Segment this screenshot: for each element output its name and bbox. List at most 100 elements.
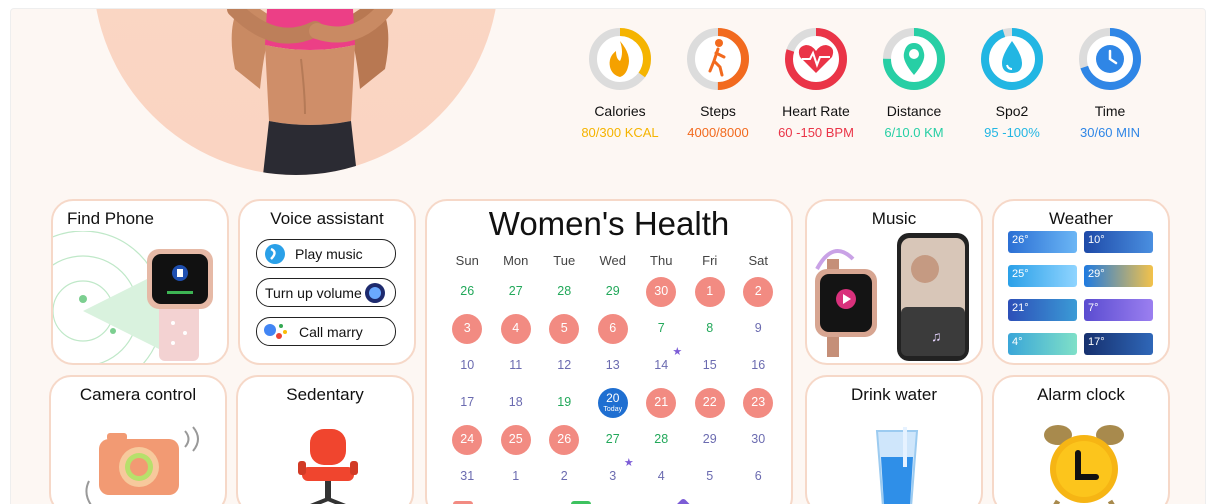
calendar-day[interactable]: 30 xyxy=(743,425,773,455)
day-number: 12 xyxy=(557,358,572,373)
metric-value: 95 -100% xyxy=(984,125,1040,140)
calendar-day[interactable]: 30 xyxy=(646,276,677,307)
calendar-day[interactable]: 6 xyxy=(743,462,773,492)
calendar-week-row: 17 18 19 20 Today 21 22 23 xyxy=(443,384,783,421)
calendar-day[interactable]: 27 xyxy=(501,277,531,307)
calendar-day[interactable]: 16 xyxy=(743,351,773,381)
calendar-day[interactable]: 22 xyxy=(694,387,725,418)
day-number: 15 xyxy=(702,358,717,373)
calendar-day[interactable]: 28 xyxy=(646,425,676,455)
music-watch-phone-image: ♪ ♫ xyxy=(815,233,969,361)
calendar-day[interactable]: 31 xyxy=(452,462,482,492)
calendar-day[interactable]: 18 xyxy=(501,388,531,418)
calendar-day[interactable]: 17 xyxy=(452,388,482,418)
calendar-day[interactable]: 13 xyxy=(598,351,628,381)
metric-steps: Steps 4000/8000 xyxy=(669,27,767,157)
calendar-day[interactable]: 1 xyxy=(501,462,531,492)
weather-tile: 10° xyxy=(1084,231,1153,253)
camera-control-card: Camera control xyxy=(49,375,227,504)
day-number: 1 xyxy=(706,284,714,299)
calendar-day[interactable]: 29 xyxy=(695,425,725,455)
day-number: 17 xyxy=(460,395,475,410)
day-number: 27 xyxy=(605,432,620,447)
water-glass-icon xyxy=(875,427,919,504)
find-phone-card: Find Phone xyxy=(51,199,229,365)
calendar-day[interactable]: 28 xyxy=(549,277,579,307)
weather-tile: 21° xyxy=(1008,299,1077,321)
weekday-label: Wed xyxy=(599,253,627,268)
calendar-day[interactable]: 15 xyxy=(695,351,725,381)
calendar-day[interactable]: 9 xyxy=(743,314,773,344)
calendar-day[interactable]: 4 xyxy=(646,462,676,492)
calendar-day[interactable]: 21 xyxy=(646,387,677,418)
calendar-day[interactable]: 7 xyxy=(646,314,676,344)
calendar-day[interactable]: 5 xyxy=(549,313,580,344)
calendar-day[interactable]: 11 xyxy=(501,351,531,381)
drink-water-title: Drink water xyxy=(851,385,937,404)
weekday-label: Fri xyxy=(702,253,718,268)
calendar-week-row: 26 27 28 29 30 1 2 xyxy=(443,273,783,310)
product-banner: Calories 80/300 KCAL Steps 4000/8000 Heart R… xyxy=(10,8,1206,504)
weather-temp: 17° xyxy=(1088,336,1105,348)
day-number: 21 xyxy=(654,395,669,410)
music-title: Music xyxy=(871,209,917,228)
calendar-day[interactable]: 27 xyxy=(598,425,628,455)
calendar-day[interactable]: 29 xyxy=(598,277,628,307)
day-number: 9 xyxy=(754,321,762,336)
day-number: 2 xyxy=(754,284,762,299)
day-number: 8 xyxy=(706,321,714,336)
calendar-day[interactable]: 3 ★ xyxy=(598,457,633,492)
weekday-label: Sun xyxy=(455,253,479,268)
calendar-day[interactable]: 8 xyxy=(695,314,725,344)
walking-icon xyxy=(687,28,749,90)
water-drop-icon xyxy=(981,28,1043,90)
day-number: 13 xyxy=(605,358,620,373)
metric-label: Time xyxy=(1094,103,1126,119)
day-number: 16 xyxy=(751,358,766,373)
camera-icon xyxy=(85,426,199,504)
metric-value: 6/10.0 KM xyxy=(884,125,944,140)
calendar-day[interactable]: 3 xyxy=(452,313,483,344)
siri-icon xyxy=(364,282,385,303)
calendar-day[interactable]: 2 xyxy=(743,276,774,307)
metric-distance: Distance 6/10.0 KM xyxy=(865,27,963,157)
calendar-day[interactable]: 4 xyxy=(500,313,531,344)
day-number: 5 xyxy=(706,469,714,484)
calendar-week-row: 3 4 5 6 7 8 9 xyxy=(443,310,783,347)
metric-value: 30/60 MIN xyxy=(1080,125,1140,140)
calendar-day[interactable]: 5 xyxy=(695,462,725,492)
day-number: 18 xyxy=(508,395,523,410)
weather-tile: 25° xyxy=(1008,265,1077,287)
weekday-label: Tue xyxy=(553,253,576,268)
voice-command-play-music: Play music xyxy=(256,239,396,268)
camera-control-title: Camera control xyxy=(79,385,197,404)
svg-text:♫: ♫ xyxy=(931,328,942,344)
calendar-title: Women's Health xyxy=(488,205,730,242)
weather-temp: 10° xyxy=(1088,234,1105,246)
calendar-day[interactable]: 12 xyxy=(549,351,579,381)
calendar-day[interactable]: 10 xyxy=(452,351,482,381)
calendar-day[interactable]: 24 xyxy=(452,424,483,455)
calendar-day[interactable]: 1 xyxy=(694,276,725,307)
day-number: 23 xyxy=(751,395,766,410)
day-number: 7 xyxy=(657,321,665,336)
day-number: 6 xyxy=(609,321,617,336)
metric-heart-rate: Heart Rate 60 -150 BPM xyxy=(767,27,865,157)
day-number: 19 xyxy=(557,395,572,410)
ovulation-star-icon: ★ xyxy=(623,456,634,469)
weekday-label: Sat xyxy=(748,253,768,268)
day-number: 10 xyxy=(460,358,475,373)
drink-water-card: Drink water xyxy=(805,375,983,504)
calendar-day[interactable]: 26 xyxy=(549,424,580,455)
find-phone-title: Find Phone xyxy=(67,209,154,228)
day-number: 22 xyxy=(702,395,717,410)
calendar-day[interactable]: 2 xyxy=(549,462,579,492)
calendar-day[interactable]: 25 xyxy=(500,424,531,455)
calendar-day[interactable]: 23 xyxy=(743,387,774,418)
calendar-day[interactable]: 19 xyxy=(549,388,579,418)
calendar-day[interactable]: 26 xyxy=(452,277,482,307)
alarm-clock-icon xyxy=(1044,425,1124,504)
calendar-day[interactable]: 6 xyxy=(597,313,628,344)
calendar-day[interactable]: 14 ★ xyxy=(646,346,682,381)
calendar-day-today[interactable]: 20 Today xyxy=(597,387,628,418)
